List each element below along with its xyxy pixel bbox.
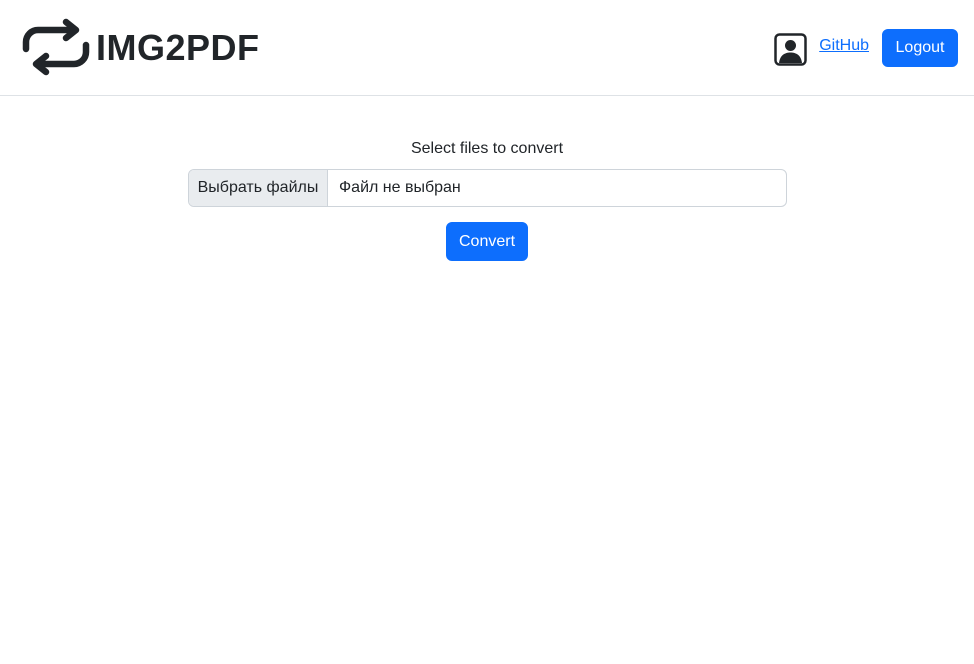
brand-link[interactable]: IMG2PDF [22, 18, 260, 76]
github-link[interactable]: GitHub [819, 37, 869, 55]
logout-button[interactable]: Logout [882, 29, 958, 67]
file-status-text: Файл не выбран [339, 179, 461, 196]
select-files-label: Select files to convert [410, 140, 564, 157]
choose-files-button[interactable]: Выбрать файлы [189, 170, 328, 206]
convert-button[interactable]: Convert [446, 222, 528, 261]
repeat-arrows-icon [22, 18, 90, 76]
navbar: IMG2PDF GitHub Logout [0, 0, 974, 96]
nav-right: GitHub Logout [774, 29, 958, 67]
brand-title: IMG2PDF [96, 27, 260, 68]
file-input[interactable]: Выбрать файлы Файл не выбран [188, 169, 787, 207]
person-square-icon[interactable] [774, 32, 807, 66]
